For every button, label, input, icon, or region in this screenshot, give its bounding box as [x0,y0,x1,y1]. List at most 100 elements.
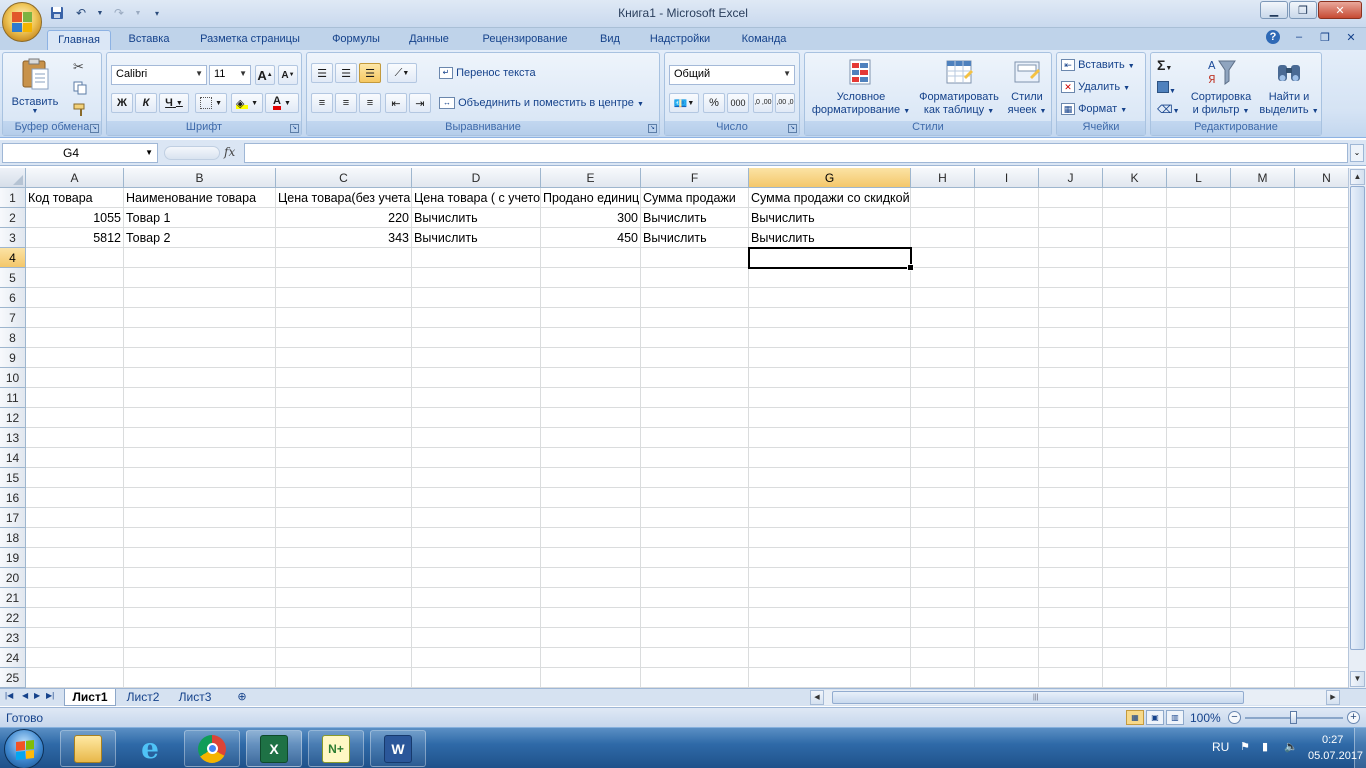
prev-sheet-icon[interactable]: ◀ [22,691,28,700]
insert-sheet-icon[interactable]: ⊕ [232,690,252,704]
cell-d14[interactable] [412,448,541,468]
cell-m1[interactable] [1231,188,1295,208]
expand-formula-bar-icon[interactable]: ⌄ [1350,144,1364,162]
cell-i9[interactable] [975,348,1039,368]
cell-h24[interactable] [911,648,975,668]
cell-j12[interactable] [1039,408,1103,428]
cell-f1[interactable]: Сумма продажи [641,188,749,208]
cell-n6[interactable] [1295,288,1348,308]
office-button[interactable] [2,2,42,42]
cell-b9[interactable] [124,348,276,368]
row-header-17[interactable]: 17 [0,508,26,528]
cell-d18[interactable] [412,528,541,548]
cell-a1[interactable]: Код товара [26,188,124,208]
cell-k13[interactable] [1103,428,1167,448]
cell-g15[interactable] [749,468,911,488]
cell-k24[interactable] [1103,648,1167,668]
cell-n7[interactable] [1295,308,1348,328]
cell-c21[interactable] [276,588,412,608]
row-header-12[interactable]: 12 [0,408,26,428]
cell-j21[interactable] [1039,588,1103,608]
vertical-scrollbar[interactable]: ▲ ▼ [1348,168,1366,688]
cell-f25[interactable] [641,668,749,688]
cell-n4[interactable] [1295,248,1348,268]
cell-b24[interactable] [124,648,276,668]
column-header-f[interactable]: F [641,168,749,188]
horizontal-scrollbar[interactable]: ◀ ||| ▶ [810,690,1340,705]
cut-icon[interactable]: ✂ [73,59,84,75]
cell-f5[interactable] [641,268,749,288]
cell-d16[interactable] [412,488,541,508]
cell-g13[interactable] [749,428,911,448]
cell-c8[interactable] [276,328,412,348]
sheet-tab-2[interactable]: Лист2 [120,689,166,706]
cell-j8[interactable] [1039,328,1103,348]
column-header-i[interactable]: I [975,168,1039,188]
cell-e21[interactable] [541,588,641,608]
cell-c5[interactable] [276,268,412,288]
cell-b15[interactable] [124,468,276,488]
cell-b4[interactable] [124,248,276,268]
cell-l13[interactable] [1167,428,1231,448]
row-header-13[interactable]: 13 [0,428,26,448]
cell-d6[interactable] [412,288,541,308]
cell-e16[interactable] [541,488,641,508]
cell-j23[interactable] [1039,628,1103,648]
cell-a25[interactable] [26,668,124,688]
cell-c4[interactable] [276,248,412,268]
tab-formulas[interactable]: Формулы [320,30,392,50]
cell-k25[interactable] [1103,668,1167,688]
cell-d9[interactable] [412,348,541,368]
cell-e22[interactable] [541,608,641,628]
tab-data[interactable]: Данные [398,30,460,50]
normal-view-icon[interactable]: ▦ [1126,710,1144,725]
cell-n3[interactable] [1295,228,1348,248]
cell-d7[interactable] [412,308,541,328]
cell-m23[interactable] [1231,628,1295,648]
cell-j24[interactable] [1039,648,1103,668]
row-header-24[interactable]: 24 [0,648,26,668]
scroll-up-icon[interactable]: ▲ [1350,169,1365,185]
thousands-separator-button[interactable]: 000 [727,93,749,113]
taskbar-word[interactable]: W [370,730,426,767]
cell-h16[interactable] [911,488,975,508]
column-header-l[interactable]: L [1167,168,1231,188]
cell-n25[interactable] [1295,668,1348,688]
row-header-7[interactable]: 7 [0,308,26,328]
cell-g8[interactable] [749,328,911,348]
cell-b10[interactable] [124,368,276,388]
cell-i5[interactable] [975,268,1039,288]
cell-n20[interactable] [1295,568,1348,588]
cell-f20[interactable] [641,568,749,588]
cell-b7[interactable] [124,308,276,328]
cell-e3[interactable]: 450 [541,228,641,248]
cell-a22[interactable] [26,608,124,628]
cell-e17[interactable] [541,508,641,528]
decrease-decimal-button[interactable]: ,00 ‚0 [775,93,795,113]
increase-decimal-button[interactable]: ‚0 ,00 [753,93,773,113]
align-left-icon[interactable]: ≡ [311,93,333,113]
cell-c24[interactable] [276,648,412,668]
cell-i24[interactable] [975,648,1039,668]
cell-n13[interactable] [1295,428,1348,448]
cell-k11[interactable] [1103,388,1167,408]
cell-k10[interactable] [1103,368,1167,388]
cell-h21[interactable] [911,588,975,608]
cell-n19[interactable] [1295,548,1348,568]
cell-i18[interactable] [975,528,1039,548]
doc-close-icon[interactable]: ✕ [1344,30,1358,44]
page-break-view-icon[interactable]: ▥ [1166,710,1184,725]
increase-indent-icon[interactable]: ⇥ [409,93,431,113]
cell-m16[interactable] [1231,488,1295,508]
cell-f6[interactable] [641,288,749,308]
cell-n10[interactable] [1295,368,1348,388]
cell-j20[interactable] [1039,568,1103,588]
cell-m3[interactable] [1231,228,1295,248]
sheet-tab-1[interactable]: Лист1 [64,689,116,706]
cell-n18[interactable] [1295,528,1348,548]
cell-b6[interactable] [124,288,276,308]
formula-input[interactable] [244,143,1348,163]
cell-l14[interactable] [1167,448,1231,468]
cell-c16[interactable] [276,488,412,508]
cell-b11[interactable] [124,388,276,408]
